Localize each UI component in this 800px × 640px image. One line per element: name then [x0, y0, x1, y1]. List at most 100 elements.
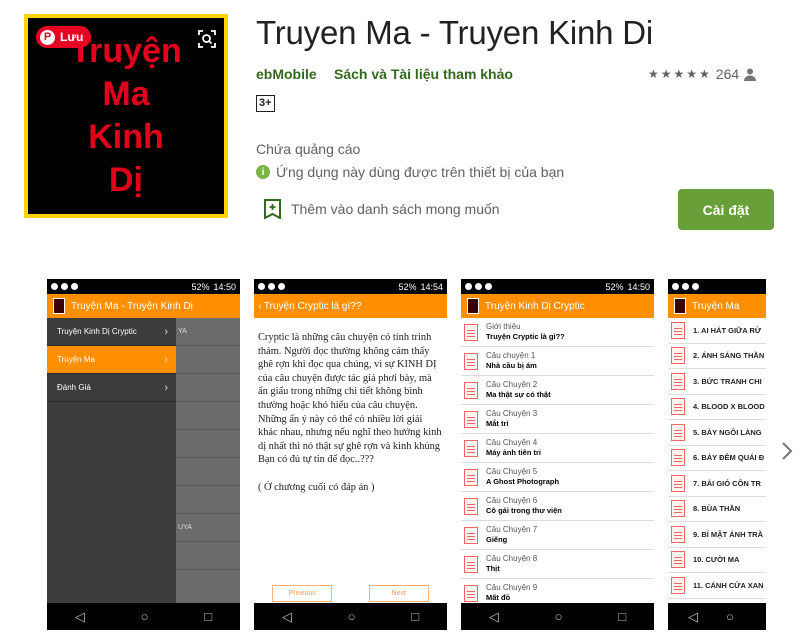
list-item[interactable]: Câu Chuyện 7 Giếng — [461, 521, 654, 550]
list-item-title: Câu Chuyện 7 — [486, 525, 538, 534]
nav-recent-icon: □ — [411, 609, 420, 624]
list-item[interactable]: Câu Chuyện 2 Ma thật sự có thật — [461, 376, 654, 405]
drawer-item-cryptic[interactable]: Truyện Kinh Dị Cryptic › — [47, 318, 176, 346]
status-bar: 52% 14:54 — [254, 279, 447, 294]
list-item[interactable]: Câu Chuyện 4 Máy ảnh tiên tri — [461, 434, 654, 463]
next-button[interactable]: Next — [368, 585, 429, 602]
status-bar: 52% 14:50 — [47, 279, 240, 294]
document-icon — [671, 449, 685, 467]
app-logo-icon — [674, 298, 686, 314]
bg-row — [176, 402, 240, 430]
category-link[interactable]: Sách và Tài liệu tham khảo — [334, 66, 513, 82]
article-paragraph: Cryptic là những câu chuyện có tính trin… — [258, 332, 442, 452]
list-item-title: 6. BẢY ĐÊM QUÁI Đ — [693, 453, 765, 463]
list-item-subtitle: Mất đồ — [486, 593, 511, 602]
screenshot-2[interactable]: 52% 14:54 ‹ Truyện Cryptic là gì?? Crypt… — [254, 279, 447, 630]
document-icon — [464, 584, 478, 602]
list-item[interactable]: 7. BẢI GIÓ CÔN TR — [668, 471, 766, 497]
app-bar-title: ‹ Truyện Cryptic là gì?? — [258, 300, 362, 312]
list-item[interactable]: Câu Chuyện 8 Thịt — [461, 550, 654, 579]
app-bar-title: Truyện Ma — [692, 300, 740, 312]
pinterest-icon: P — [40, 29, 55, 45]
document-icon — [464, 323, 478, 341]
document-icon — [464, 555, 478, 573]
app-bar: Truyện Ma - Truyện Kinh Dị — [47, 294, 240, 318]
list-item[interactable]: 5. BẢY NGÔI LÀNG — [668, 420, 766, 446]
android-nav-bar: ◁ ○ □ — [461, 603, 654, 630]
document-icon — [464, 410, 478, 428]
install-button[interactable]: Cài đặt — [678, 189, 774, 230]
list-item[interactable]: Câu Chuyện 5A Ghost Photograph — [461, 463, 654, 492]
document-icon — [464, 381, 478, 399]
list-item-title: Câu chuyện 1 — [486, 351, 536, 360]
pinterest-save-button[interactable]: P Lưu — [36, 26, 92, 48]
list-item-title: Câu Chuyện 6 — [486, 496, 538, 505]
list-item-title: 5. BẢY NGÔI LÀNG — [693, 427, 762, 437]
app-title: Truyen Ma - Truyen Kinh Di — [256, 14, 654, 51]
nav-back-icon: ◁ — [488, 608, 499, 624]
battery-level: 52% — [191, 281, 210, 292]
list-item-title: 3. BỨC TRANH CHI — [693, 376, 762, 386]
list-item[interactable]: 10. CƯỜI MA — [668, 548, 766, 573]
document-icon — [464, 468, 478, 486]
list-item-subtitle: Máy ảnh tiên tri — [486, 448, 542, 457]
list-item[interactable]: 11. CÁNH CỬA XAN — [668, 573, 766, 599]
chevron-right-icon[interactable] — [779, 440, 795, 462]
list-item[interactable]: Câu Chuyện 6 Cô gái trong thư viện — [461, 492, 654, 521]
list-item-subtitle: Giếng — [486, 535, 508, 544]
list-item-subtitle: Ma thật sự có thật — [486, 390, 551, 399]
nav-home-icon: ○ — [554, 609, 563, 624]
previous-button[interactable]: Previous — [272, 585, 333, 602]
nav-home-icon: ○ — [347, 609, 356, 624]
list-item[interactable]: 6. BẢY ĐÊM QUÁI Đ — [668, 446, 766, 471]
list-item-title: Câu Chuyện 3 — [486, 409, 538, 418]
developer-link[interactable]: ebMobile — [256, 66, 317, 82]
article-paragraph: Bạn có đủ tự tin để đọc..??? — [258, 454, 374, 466]
document-icon — [671, 347, 685, 365]
document-icon — [671, 398, 685, 416]
app-bar: Truyện Ma — [668, 294, 766, 318]
pinterest-save-label: Lưu — [60, 30, 84, 44]
status-bar — [668, 279, 766, 294]
bg-row: UYA — [176, 514, 240, 542]
list-item[interactable]: 3. BỨC TRANH CHI — [668, 369, 766, 395]
visual-search-icon[interactable] — [196, 28, 218, 50]
document-icon — [671, 525, 685, 543]
screenshot-4[interactable]: Truyện Ma 1. AI HÁT GIỮA RỪ 2. ÁNH SÁNG T… — [668, 279, 766, 630]
android-nav-bar: ◁ ○ — [668, 603, 766, 630]
drawer-item-truyen-ma[interactable]: Truyện Ma › — [47, 346, 176, 374]
document-icon — [671, 372, 685, 390]
nav-home-icon: ○ — [726, 609, 734, 624]
app-bar-title: Truyện Kinh Dị Cryptic — [485, 300, 585, 312]
pager-buttons: Previous Next — [254, 585, 447, 602]
bg-row — [176, 374, 240, 402]
list-item[interactable]: 8. BÙA THẦN — [668, 497, 766, 522]
document-icon — [671, 321, 685, 339]
list-item[interactable]: 2. ÁNH SÁNG THẦN — [668, 344, 766, 369]
background-list: YA UYA — [176, 318, 240, 603]
list-item[interactable]: 4. BLOOD X BLOOD — [668, 395, 766, 420]
screenshot-1[interactable]: 52% 14:50 Truyện Ma - Truyện Kinh Dị YA … — [47, 279, 240, 630]
bg-row — [176, 458, 240, 486]
document-icon — [464, 352, 478, 370]
wishlist-button[interactable]: Thêm vào danh sách mong muốn — [264, 199, 500, 219]
drawer-item-danh-gia[interactable]: Đánh Giá › — [47, 374, 176, 402]
list-item[interactable]: 9. BÍ MẬT ÁNH TRĂ — [668, 522, 766, 548]
battery-level: 52% — [398, 281, 417, 292]
battery-level: 52% — [605, 281, 624, 292]
document-icon — [671, 500, 685, 518]
screenshot-3[interactable]: 52% 14:50 Truyện Kinh Dị Cryptic Giới th… — [461, 279, 654, 630]
list-item[interactable]: 1. AI HÁT GIỮA RỪ — [668, 318, 766, 344]
drawer-item-label: Đánh Giá — [57, 383, 91, 392]
list-item-title: Câu Chuyện 2 — [486, 380, 538, 389]
nav-recent-icon: □ — [618, 609, 627, 624]
document-icon — [464, 497, 478, 515]
list-item[interactable]: Giới thiệu Truyện Cryptic là gì?? — [461, 318, 654, 347]
list-item[interactable]: Câu chuyện 1 Nhà cầu bị ám — [461, 347, 654, 376]
bg-row: YA — [176, 318, 240, 346]
list-item[interactable]: Câu Chuyện 3 Mắt trí — [461, 405, 654, 434]
drawer-item-label: Truyện Ma — [57, 355, 95, 364]
chevron-right-icon: › — [164, 325, 168, 338]
nav-back-icon: ◁ — [688, 608, 698, 624]
list-item-title: 2. ÁNH SÁNG THẦN — [693, 351, 765, 361]
